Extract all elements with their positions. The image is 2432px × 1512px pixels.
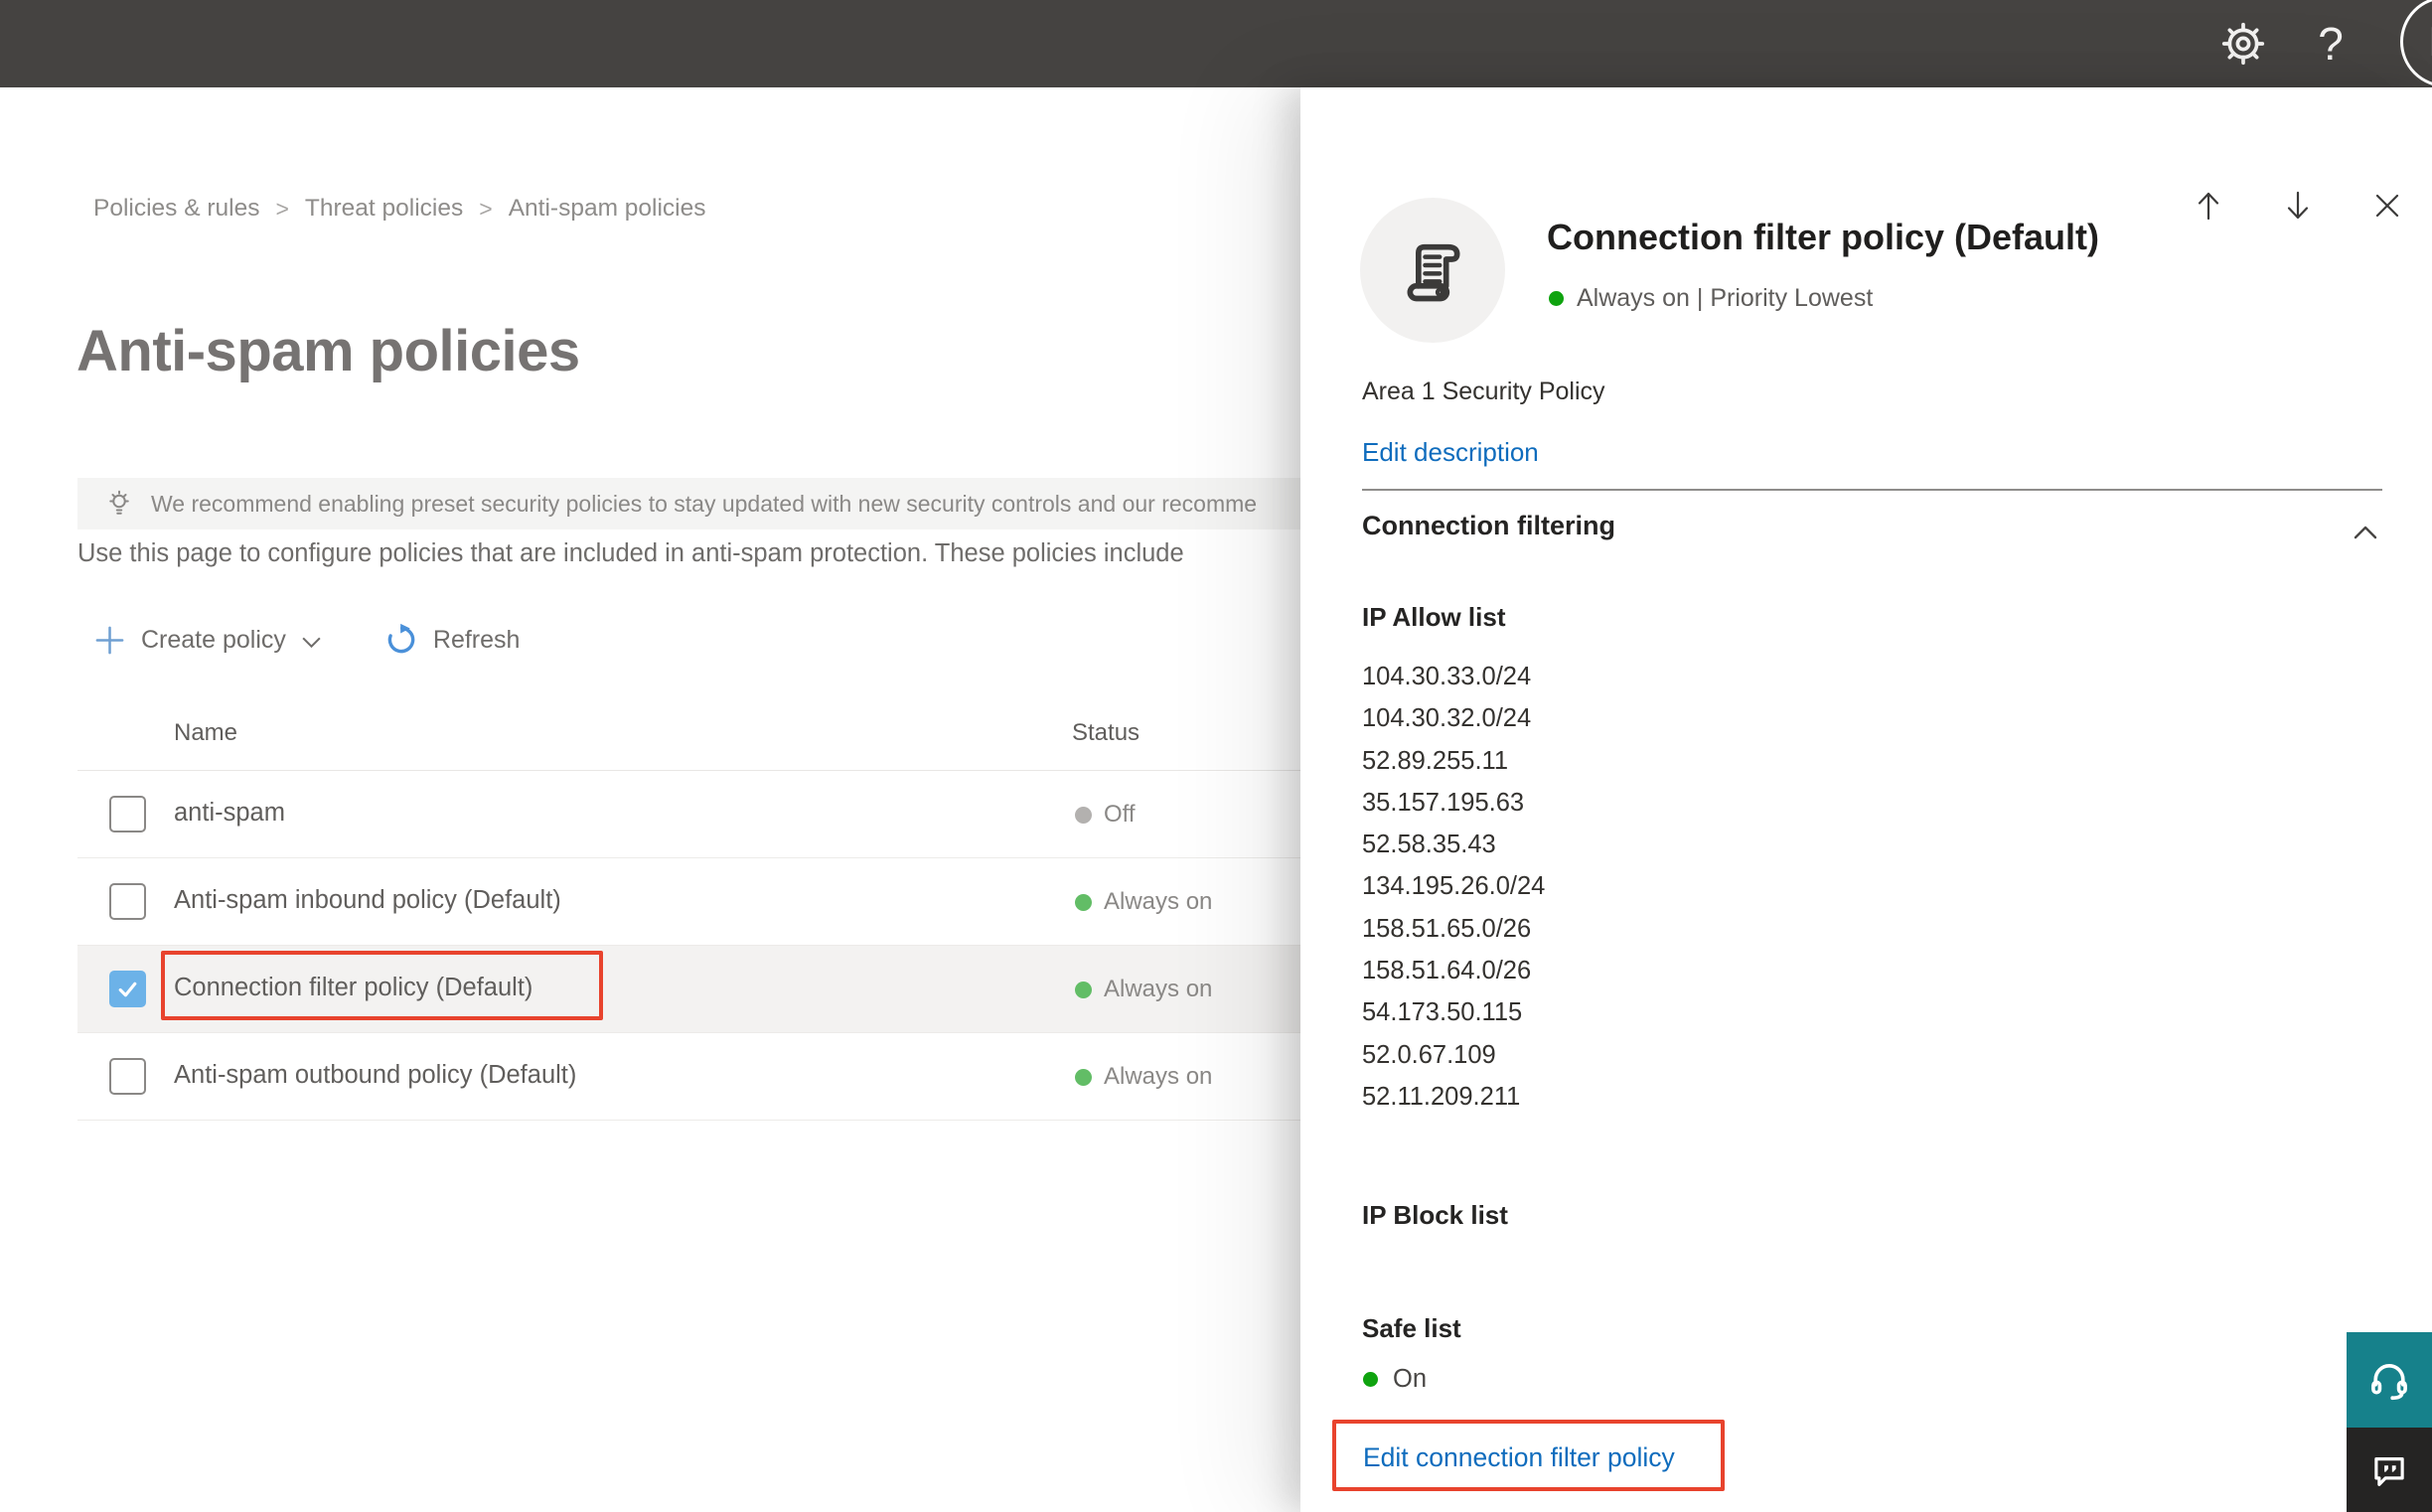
gear-icon xyxy=(2221,22,2265,66)
connection-filtering-section-header[interactable]: Connection filtering xyxy=(1362,511,2382,554)
plus-icon xyxy=(95,626,124,654)
table-row[interactable]: Anti-spam inbound policy (Default) Alway… xyxy=(77,858,1300,946)
status-dot xyxy=(1075,1068,1092,1086)
status-cell: Always on xyxy=(1075,1063,1212,1091)
policy-name: Anti-spam inbound policy (Default) xyxy=(174,886,561,914)
ip-allow-list-title: IP Allow list xyxy=(1362,602,1506,632)
ip-address-item: 52.11.209.211 xyxy=(1362,1082,1521,1111)
safe-list-title: Safe list xyxy=(1362,1313,1461,1343)
breadcrumb: Policies & rules > Threat policies > Ant… xyxy=(93,195,706,223)
ip-address-item: 52.0.67.109 xyxy=(1362,1040,1496,1069)
chevron-up-icon[interactable] xyxy=(2351,519,2380,548)
edit-description-link[interactable]: Edit description xyxy=(1362,437,1539,468)
create-policy-label: Create policy xyxy=(141,625,286,654)
ip-address-item: 35.157.195.63 xyxy=(1362,788,1525,817)
policy-name: anti-spam xyxy=(174,799,285,827)
lightbulb-icon xyxy=(109,490,129,515)
banner-text: We recommend enabling preset security po… xyxy=(151,490,1258,517)
chat-bubble-icon xyxy=(2374,1456,2404,1486)
policy-name: Anti-spam outbound policy (Default) xyxy=(174,1061,577,1089)
settings-button[interactable] xyxy=(2211,0,2275,87)
refresh-label: Refresh xyxy=(432,625,521,654)
column-header-status[interactable]: Status xyxy=(1072,719,1140,747)
status-dot xyxy=(1549,291,1564,306)
status-cell: Always on xyxy=(1075,888,1212,916)
status-dot xyxy=(1075,806,1092,824)
scroll-icon xyxy=(1407,243,1460,302)
help-icon: ? xyxy=(2318,18,2344,70)
panel-status-text: Always on | Priority Lowest xyxy=(1577,284,1874,312)
table-header: Name Status xyxy=(77,683,1300,771)
breadcrumb-separator: > xyxy=(479,195,493,222)
breadcrumb-threat-policies[interactable]: Threat policies xyxy=(305,195,463,223)
refresh-icon xyxy=(387,623,415,654)
chevron-down-icon xyxy=(302,637,321,648)
ip-address-item: 158.51.65.0/26 xyxy=(1362,914,1532,943)
headset-icon xyxy=(2371,1364,2407,1401)
feedback-chat-button[interactable] xyxy=(2347,1428,2432,1512)
row-checkbox[interactable] xyxy=(109,796,146,832)
status-cell: Always on xyxy=(1075,976,1212,1003)
ip-address-item: 52.58.35.43 xyxy=(1362,831,1496,859)
table-row[interactable]: anti-spam Off xyxy=(77,771,1300,858)
policy-description: Area 1 Security Policy xyxy=(1362,378,1605,405)
safe-list-status-text: On xyxy=(1393,1365,1428,1393)
page-title: Anti-spam policies xyxy=(76,319,580,383)
support-button[interactable] xyxy=(2347,1332,2432,1428)
status-label: Always on xyxy=(1104,1063,1213,1090)
status-cell: Off xyxy=(1075,801,1136,829)
status-label: Always on xyxy=(1104,888,1213,915)
annotation-red-box-policy-name xyxy=(161,951,603,1020)
status-label: Always on xyxy=(1104,976,1213,1002)
checkmark-icon xyxy=(118,982,137,997)
breadcrumb-policies-rules[interactable]: Policies & rules xyxy=(93,195,259,223)
app-root: ? M Policies & rules > Threat policies >… xyxy=(0,0,2432,1512)
status-label: Off xyxy=(1104,801,1136,828)
policies-table: Name Status anti-spam Off Anti-spam inbo… xyxy=(77,683,1300,1121)
policy-details-panel: Connection filter policy (Default) Alway… xyxy=(1300,87,2432,1512)
section-title: Connection filtering xyxy=(1362,511,1615,540)
table-row[interactable]: Anti-spam outbound policy (Default) Alwa… xyxy=(77,1033,1300,1121)
ip-address-item: 134.195.26.0/24 xyxy=(1362,872,1546,901)
page-description: Use this page to configure policies that… xyxy=(77,539,1184,567)
avatar-initial: M xyxy=(2429,18,2432,66)
ip-address-item: 104.30.32.0/24 xyxy=(1362,704,1532,733)
divider xyxy=(1362,489,2382,491)
account-avatar[interactable]: M xyxy=(2400,0,2432,87)
annotation-red-box-edit-link xyxy=(1332,1420,1725,1491)
row-checkbox[interactable] xyxy=(109,883,146,920)
recommendation-banner: We recommend enabling preset security po… xyxy=(77,478,1300,529)
safe-list-status: On xyxy=(1363,1365,1427,1394)
top-app-bar: ? M xyxy=(0,0,2432,87)
ip-address-item: 54.173.50.115 xyxy=(1362,998,1523,1027)
ip-address-item: 158.51.64.0/26 xyxy=(1362,957,1532,985)
refresh-button[interactable]: Refresh xyxy=(384,623,521,657)
policy-icon-circle xyxy=(1360,198,1505,343)
toolbar: Create policy Refresh xyxy=(93,614,520,666)
create-policy-button[interactable]: Create policy xyxy=(93,624,323,657)
help-button[interactable]: ? xyxy=(2301,0,2360,87)
panel-status-line: Always on | Priority Lowest xyxy=(1549,284,1873,313)
ip-address-item: 52.89.255.11 xyxy=(1362,746,1508,775)
panel-title: Connection filter policy (Default) xyxy=(1547,217,2100,257)
row-checkbox[interactable] xyxy=(109,1058,146,1095)
ip-allow-list: 104.30.33.0/24 104.30.32.0/24 52.89.255.… xyxy=(1362,656,1545,1118)
row-checkbox-checked[interactable] xyxy=(109,971,146,1007)
ip-block-list-title: IP Block list xyxy=(1362,1200,1508,1230)
status-dot xyxy=(1075,981,1092,998)
breadcrumb-anti-spam-policies[interactable]: Anti-spam policies xyxy=(509,195,706,223)
column-header-name[interactable]: Name xyxy=(174,719,237,747)
status-dot xyxy=(1363,1372,1378,1387)
breadcrumb-separator: > xyxy=(275,195,289,222)
status-dot xyxy=(1075,893,1092,911)
ip-address-item: 104.30.33.0/24 xyxy=(1362,663,1532,690)
